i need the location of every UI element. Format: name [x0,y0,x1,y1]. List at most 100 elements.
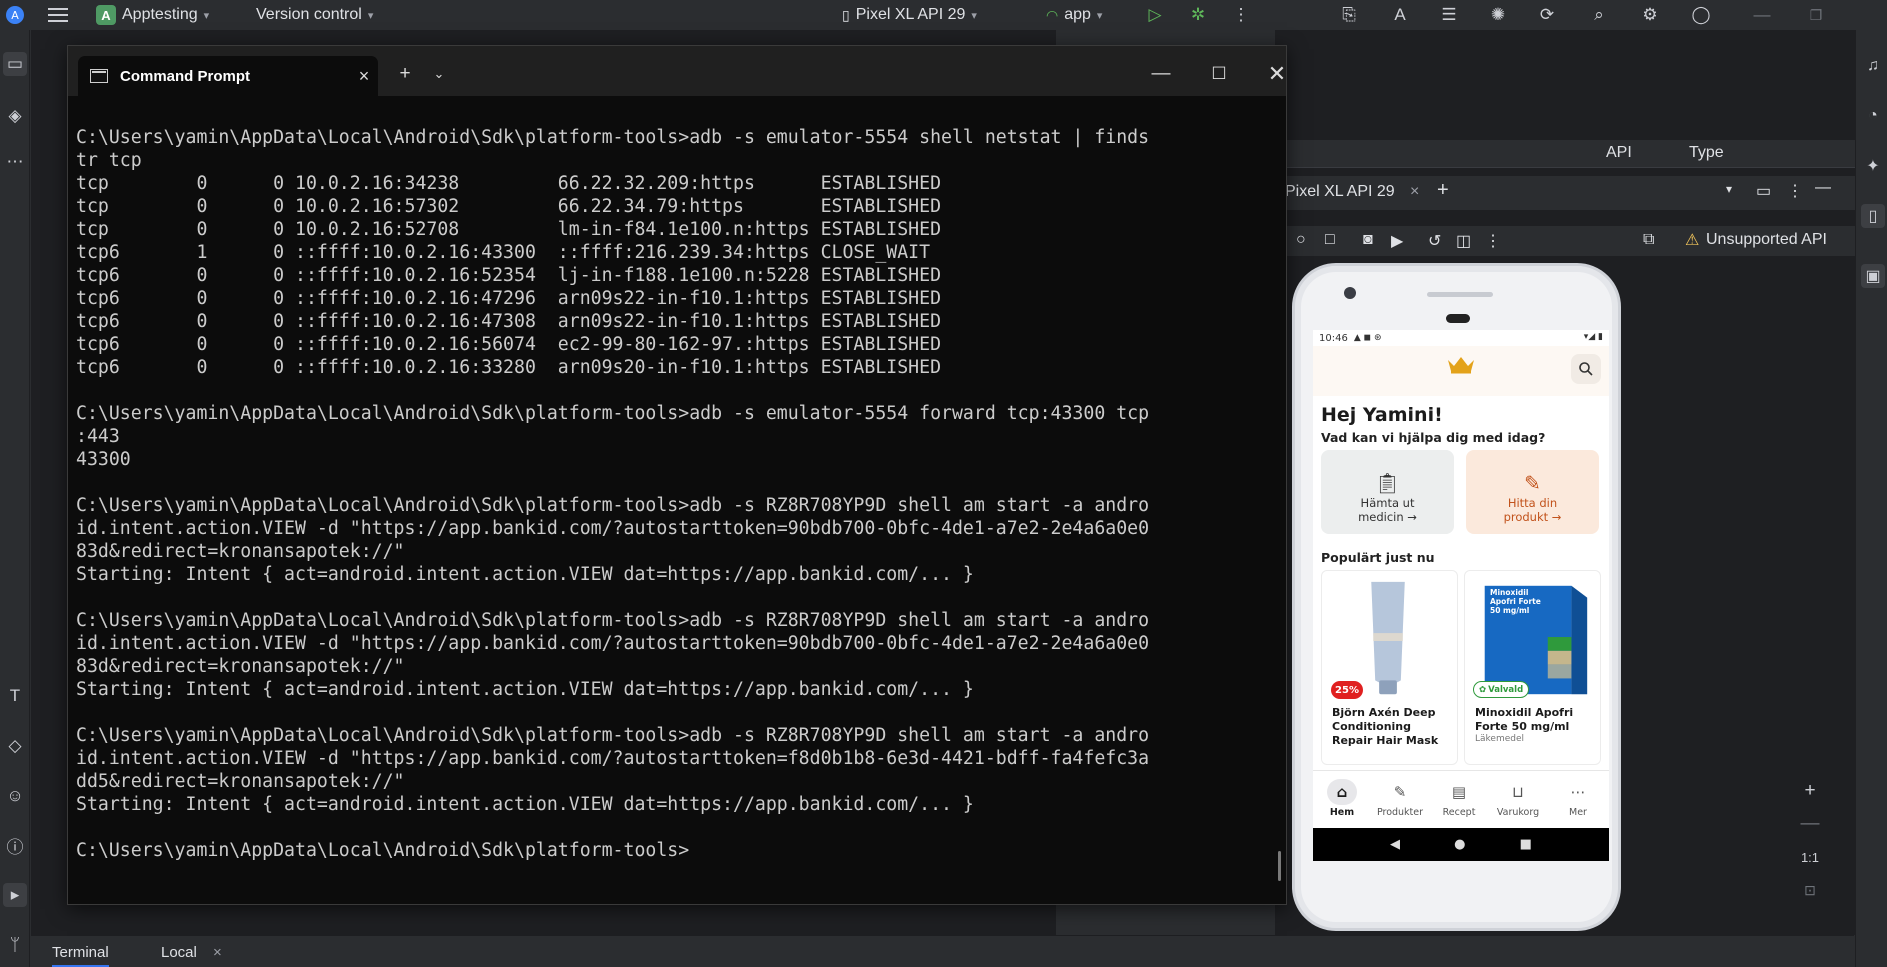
tab-terminal[interactable]: Terminal [52,944,109,967]
help-question: Vad kan vi hjälpa dig med idag? [1321,430,1546,445]
kronans-crown-logo-icon [1446,354,1476,379]
cmd-titlebar: Command Prompt × + ⌄ — ☐ ✕ [68,46,1286,96]
chevron-down-icon[interactable]: ⌄ [421,56,457,92]
cmd-line: tcp6 0 0 ::ffff:10.0.2.16:52354 lj-in-f1… [76,265,942,286]
home-circle-icon[interactable]: ● [1454,837,1465,852]
more-vertical-icon[interactable]: ⋮ [1485,231,1501,251]
hitta-din-produkt-card[interactable]: ✎ Hitta din produkt → [1466,450,1599,534]
command-prompt-window[interactable]: Command Prompt × + ⌄ — ☐ ✕ C:\Users\yami… [67,45,1287,905]
nav-label: Recept [1442,807,1476,818]
close-icon[interactable]: × [1410,183,1419,201]
gem-icon[interactable]: ◇ [3,734,27,758]
scrollbar-thumb[interactable] [1278,851,1281,881]
fit-screen-icon[interactable]: ⊡ [1797,877,1823,903]
android-icon: ◠ [1046,6,1059,23]
nav-hem[interactable]: ⌂ Hem [1313,779,1371,818]
bug-icon[interactable]: ✺ [1487,4,1509,26]
debug-icon[interactable]: ✲ [1187,4,1209,26]
recents-icon[interactable]: ■ [1520,837,1532,852]
nav-mer[interactable]: ⋯ Mer [1549,779,1607,818]
search-icon[interactable]: ⌕ [1588,4,1610,26]
speaker-grille [1427,292,1493,297]
add-device-icon[interactable]: + [1437,179,1449,202]
zoom-in-icon[interactable]: + [1797,778,1823,804]
project-folder-icon[interactable]: ▭ [3,52,27,76]
project-selector[interactable]: A Apptesting ▾ [96,0,209,30]
terminal-icon[interactable]: ▸ [3,883,27,907]
zoom-actual-size-icon[interactable]: 1:1 [1797,844,1823,870]
run-config-selector[interactable]: ◠ app ▾ [1046,0,1102,30]
device-selector-label: Pixel XL API 29 [855,6,966,23]
cmd-line [76,471,1268,494]
cmd-line: 43300 [76,449,131,470]
settings-gear-icon[interactable]: ⚙ [1639,4,1661,26]
ai-assistant-icon[interactable]: ✦ [1861,154,1885,178]
snapshot-icon[interactable]: ◫ [1456,231,1471,251]
device-manager-icon[interactable]: ▯ [1861,204,1885,228]
column-api[interactable]: API [1606,144,1632,162]
more-horizontal-icon[interactable]: ⋯ [3,150,27,174]
device-selector[interactable]: ▯ Pixel XL API 29 ▾ [842,0,977,30]
camera-icon[interactable]: ◙ [1363,231,1373,249]
gradle-icon[interactable]: ◔ [1861,104,1885,128]
new-tab-icon[interactable]: + [387,56,423,92]
apply-changes-icon[interactable]: ⎘ [1338,4,1360,26]
layout-inspector-icon[interactable]: ⧉ [1643,231,1654,249]
project-badge: A [96,5,116,25]
main-menu-icon[interactable] [48,0,70,30]
chevron-down-icon[interactable]: ▾ [1726,182,1732,196]
more-vertical-icon[interactable]: ⋮ [1787,181,1803,201]
cmd-output[interactable]: C:\Users\yamin\AppData\Local\Android\Sdk… [68,126,1268,862]
zoom-out-icon[interactable]: — [1797,811,1823,837]
problems-icon[interactable]: ⓘ [3,833,27,857]
back-icon[interactable]: ◀ [1390,837,1400,852]
stop-icon[interactable]: □ [1325,231,1335,249]
record-icon[interactable]: ▶ [1391,231,1403,251]
cmd-line: tcp 0 0 10.0.2.16:34238 66.22.32.209:htt… [76,173,942,194]
hide-panel-icon[interactable]: — [1815,179,1831,197]
notifications-bell-icon[interactable]: ♫ [1861,54,1885,78]
translate-icon[interactable]: A [1389,4,1411,26]
restore-icon[interactable]: ❐ [1805,4,1827,26]
build-hammer-icon[interactable]: T [3,684,27,708]
tab-local[interactable]: Local [161,944,197,961]
search-icon[interactable] [1571,354,1601,384]
resource-manager-icon[interactable]: ◈ [3,104,27,128]
power-icon[interactable]: ○ [1296,231,1306,249]
close-window-icon[interactable]: ✕ [1259,56,1295,92]
maximize-icon[interactable]: ☐ [1201,56,1237,92]
column-type[interactable]: Type [1689,144,1724,162]
rotate-icon[interactable]: ↺ [1428,231,1441,251]
minimize-icon[interactable]: — [1751,4,1773,26]
running-device-tab[interactable]: Pixel XL API 29 [1285,183,1395,201]
right-tool-stripe: ♫ ◔ ✦ ▯ ▣ [1855,30,1887,967]
phone-screen[interactable]: 10:46 ▲ ◼ ⊛ ▾◢ ▮ Hej Yamini! Vad kan vi … [1313,330,1609,861]
cmd-line: tcp 0 0 10.0.2.16:57302 66.22.34.79:http… [76,196,942,217]
more-vertical-icon[interactable]: ⋮ [1230,4,1252,26]
nav-produkter[interactable]: ✎ Produkter [1371,779,1429,818]
cmd-tab[interactable]: Command Prompt × [78,56,378,96]
leaf-icon: ✿ [1479,684,1487,695]
close-icon[interactable]: × [213,944,222,961]
window-layout-icon[interactable]: ▭ [1756,181,1771,201]
minimize-icon[interactable]: — [1143,56,1179,92]
cmd-line: Starting: Intent { act=android.intent.ac… [76,679,974,700]
android-cat-icon[interactable]: ☺ [3,784,27,808]
ide-toolbar: A A Apptesting ▾ Version control ▾ ▯ Pix… [0,0,1887,30]
terminal-app-icon [90,69,108,83]
git-branch-icon[interactable]: ᛘ [3,933,27,957]
android-studio-logo-icon[interactable]: A [4,0,26,30]
nav-varukorg[interactable]: ⊔ Varukorg [1489,779,1547,818]
product-card[interactable]: Minoxidil Apofri Forte 50 mg/ml ✿ Valval… [1464,570,1601,765]
running-devices-icon[interactable]: ▣ [1861,264,1885,288]
nav-label: Hem [1329,807,1355,818]
nav-recept[interactable]: ▤ Recept [1430,779,1488,818]
hamta-ut-medicin-card[interactable]: 📋︎ Hämta ut medicin → [1321,450,1454,534]
build-list-icon[interactable]: ☰ [1438,4,1460,26]
product-card[interactable]: 25% Björn Axén Deep Conditioning Repair … [1321,570,1458,765]
run-icon[interactable]: ▷ [1144,4,1166,26]
account-icon[interactable]: ◯ [1690,4,1712,26]
sync-icon[interactable]: ⟳ [1536,4,1558,26]
version-control-menu[interactable]: Version control ▾ [256,0,373,30]
close-tab-icon[interactable]: × [350,66,378,87]
